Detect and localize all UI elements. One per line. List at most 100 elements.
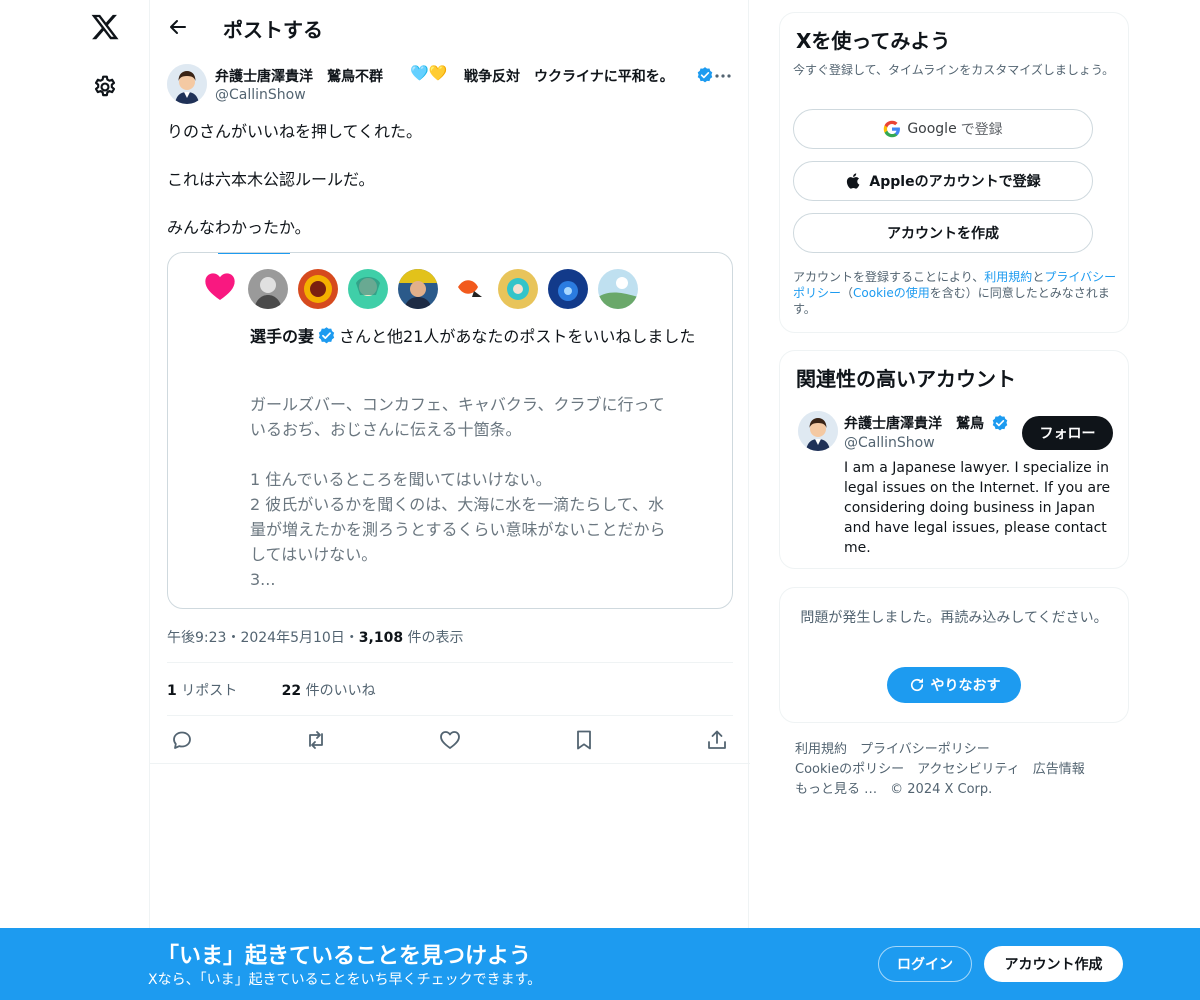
signup-card: Xを使ってみよう 今すぐ登録して、タイムラインをカスタマイズしましょう。 Goo… [779,12,1129,333]
author-heart-emojis: 🩵💛 [410,64,448,82]
follow-button[interactable]: フォロー [1022,416,1113,450]
create-account-button[interactable]: アカウントを作成 [793,213,1093,253]
login-button[interactable]: ログイン [878,946,972,982]
likes-label: 件のいいね [301,683,376,699]
preview-line: 3... [250,570,276,589]
repost-icon[interactable] [304,728,328,752]
banner-title: 「いま」起きていることを見つけよう [157,944,532,969]
like-notification-title: 選手の妻 さんと他21人があなたのポストをいいねしました [250,322,720,351]
google-signup-suffix: で登録 [960,122,1003,138]
preview-line [250,442,720,467]
tweet-text-line: みんなわかったか。 [167,218,311,237]
google-icon [884,120,901,138]
like-notification-text: さんと他21人があなたのポストをいいねしました [339,327,696,346]
related-name[interactable]: 弁護士唐澤貴洋 鷲鳥 [844,413,992,433]
terms-of-service-link[interactable]: 利用規約 [984,270,1032,284]
refresh-icon [910,678,923,692]
tweet-text-line: りのさんがいいねを押してくれた。 [167,122,423,141]
tweet-text-line: これは六本木公認ルールだ。 [167,170,375,189]
liked-post-preview: ガールズバー、コンカフェ、キャバクラ、クラブに行って いるおぢ、おじさんに伝える… [250,392,720,592]
divider [167,715,733,716]
share-icon[interactable] [705,728,729,752]
verified-badge-icon [992,415,1008,431]
reposts-count: 1 [167,683,177,699]
footer-link-ads[interactable]: 広告情報 [1033,762,1085,777]
reposts-label: リポスト [176,683,238,699]
preview-line: ガールズバー、コンカフェ、キャバクラ、クラブに行って [250,395,665,414]
liker-avatar [398,269,438,309]
error-message: 問題が発生しました。再読み込みしてください。 [800,610,1108,626]
reply-icon[interactable] [170,728,194,752]
tweet-meta: 午後9:23・2024年5月10日・3,108 件の表示 [167,627,464,647]
related-bio: I am a Japanese lawyer. I specialize in … [844,460,1111,556]
footer-links: 利用規約 プライバシーポリシー Cookieのポリシー アクセシビリティ 広告情報 も… [795,740,1125,800]
liker-avatar [598,269,638,309]
related-handle[interactable]: @CallinShow [844,435,935,451]
preview-line: いるおぢ、おじさんに伝える十箇条。 [250,420,522,439]
related-title: 関連性の高いアカウント [796,367,1016,391]
terms-notice: アカウントを登録することにより、利用規約とプライバシーポリシー（Cookieの使… [793,269,1123,317]
footer-link-more[interactable]: もっと見る … [795,782,877,797]
preview-line: 2 彼氏がいるかを聞くのは、大海に水を一滴たらして、水 [250,495,664,514]
views-count: 3,108 [358,630,404,646]
heart-filled-icon [205,273,235,300]
divider [167,662,733,663]
author-name[interactable]: 弁護士唐澤貴洋 鷲鳥不群 [215,66,383,86]
error-card: 問題が発生しました。再読み込みしてください。 やりなおす [779,587,1129,723]
signup-description: 今すぐ登録して、タイムラインをカスタマイズしましょう。 [793,63,1115,77]
tweet-timestamp[interactable]: 午後9:23・2024年5月10日・ [167,630,359,646]
tweet-actions [167,728,733,754]
liker-avatar [448,269,488,309]
liker-avatar [348,269,388,309]
footer-link-accessibility[interactable]: アクセシビリティ [917,762,1020,777]
post-header: ポストする [150,0,750,54]
back-arrow-icon[interactable] [166,15,190,39]
author-avatar[interactable] [167,64,207,104]
apple-signup-button[interactable]: Appleのアカウントで登録 [793,161,1093,201]
x-logo-icon[interactable] [90,12,120,42]
footer-copyright: © 2024 X Corp. [890,782,993,797]
create-account-label: アカウントを作成 [887,226,999,242]
author-handle[interactable]: @CallinShow [215,87,306,103]
terms-mid: （ [841,286,854,300]
signup-button[interactable]: アカウント作成 [984,946,1123,982]
tweet-media-image[interactable]: 選手の妻 さんと他21人があなたのポストをいいねしました ガールズバー、コンカフェ… [167,252,733,609]
preview-line: 1 住んでいるところを聞いてはいけない。 [250,470,552,489]
related-avatar[interactable] [798,411,838,451]
main-column: ポストする 弁護士唐澤貴洋 鷲鳥不群 🩵💛 戦争反対 ウクライナに平和を。 @C… [149,0,750,1000]
footer-link-terms[interactable]: 利用規約 [795,742,847,757]
cookie-use-link[interactable]: Cookieの使用 [853,286,930,300]
retry-button[interactable]: やりなおす [887,667,1021,703]
banner-subtitle: Xなら、「いま」起きていることをいち早くチェックできます。 [148,972,542,988]
footer-link-privacy[interactable]: プライバシーポリシー [860,742,990,757]
gear-icon[interactable] [92,74,118,100]
verified-badge-icon [318,327,335,344]
terms-prefix: アカウントを登録することにより、 [793,270,985,284]
reposts-stat[interactable]: 1 リポスト [167,683,257,699]
likes-count: 22 [281,683,302,699]
liker-avatar [248,269,288,309]
tweet-stats: 1 リポスト 22 件のいいね [167,680,416,700]
views-label: 件の表示 [403,630,464,646]
footer-link-cookies[interactable]: Cookieのポリシー [795,762,904,777]
more-options-icon[interactable] [712,66,734,86]
tweet-text: りのさんがいいねを押してくれた。 これは六本木公認ルールだ。 みんなわかったか。 [167,120,733,264]
retry-label: やりなおす [930,678,1001,694]
bookmark-icon[interactable] [572,728,596,752]
page: ポストする 弁護士唐澤貴洋 鷲鳥不群 🩵💛 戦争反対 ウクライナに平和を。 @C… [0,0,1200,1000]
liker-avatar [548,269,588,309]
author-name-suffix[interactable]: 戦争反対 ウクライナに平和を。 [464,66,674,86]
liker-avatar [298,269,338,309]
google-signup-button[interactable]: Google で登録 [793,109,1093,149]
liker-avatar [498,269,538,309]
likes-stat[interactable]: 22 件のいいね [282,683,396,699]
like-icon[interactable] [438,728,462,752]
preview-line: 量が増えたかを測ろうとするくらい意味がないことだから [250,520,666,539]
page-title: ポストする [223,18,323,42]
divider [150,763,750,764]
apple-signup-label: Appleのアカウントで登録 [869,174,1041,190]
related-accounts-card: 関連性の高いアカウント 弁護士唐澤貴洋 鷲鳥 @CallinShow フォロー … [779,350,1129,569]
terms-and: と [1032,270,1045,284]
signup-title: Xを使ってみよう [796,29,951,53]
image-top-accent [218,253,290,254]
